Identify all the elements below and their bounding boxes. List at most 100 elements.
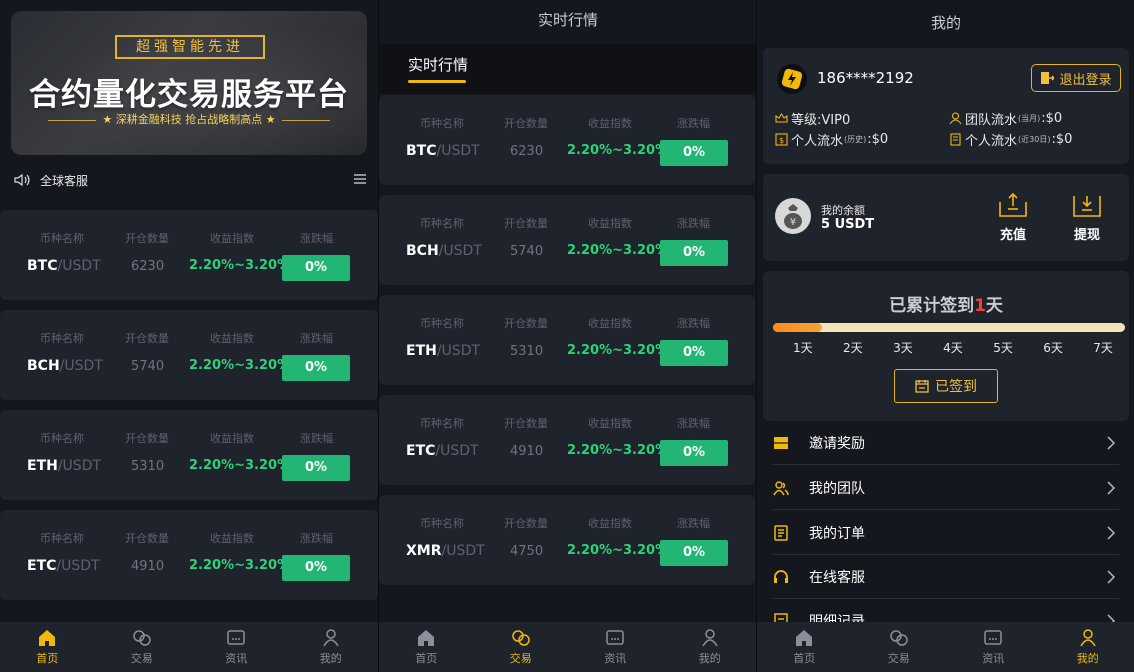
tab-news[interactable]: 资讯 (946, 622, 1041, 672)
col-header-qty: 开仓数量 (125, 532, 169, 545)
stat-tag: (历史) (844, 135, 867, 144)
notice-text: 全球客服 (40, 173, 89, 188)
open-qty: 5310 (131, 459, 165, 474)
market-row[interactable]: 币种名称 开仓数量 收益指数 涨跌幅 BTC/USDT 6230 2.20%~3.20% 0% (0, 210, 378, 300)
tab-label: 资讯 (225, 651, 248, 665)
col-header-change: 涨跌幅 (300, 532, 333, 545)
open-qty: 4750 (510, 544, 544, 559)
col-header-qty: 开仓数量 (504, 517, 548, 530)
change-badge[interactable]: 0% (660, 440, 728, 466)
col-header-rate: 收益指数 (210, 532, 254, 545)
yield-range: 2.20%~3.20% (189, 558, 291, 573)
menu-invite[interactable]: 邀请奖励 (773, 421, 1119, 465)
col-header-rate: 收益指数 (210, 432, 254, 445)
tab-news[interactable]: 资讯 (568, 622, 663, 672)
home-screen: 超强智能先进 合约量化交易服务平台 ★ 深耕金融科技 抢占战略制高点 ★ 全球客… (0, 0, 378, 672)
stat-level: 等级:VIP0 (775, 109, 850, 128)
change-badge[interactable]: 0% (282, 455, 350, 481)
menu-support[interactable]: 在线客服 (773, 555, 1119, 599)
col-header-symbol: 币种名称 (40, 332, 84, 345)
yield-range: 2.20%~3.20% (567, 243, 669, 258)
list-icon[interactable] (354, 174, 366, 184)
trade-icon (133, 629, 151, 646)
change-badge[interactable]: 0% (282, 255, 350, 281)
pair-quote: /USDT (436, 143, 480, 159)
menu-team[interactable]: 我的团队 (773, 466, 1119, 510)
col-header-change: 涨跌幅 (300, 232, 333, 245)
change-badge[interactable]: 0% (660, 240, 728, 266)
yield-range: 2.20%~3.20% (567, 143, 669, 158)
col-header-rate: 收益指数 (210, 332, 254, 345)
yield-range: 2.20%~3.20% (189, 458, 291, 473)
tab-home[interactable]: 首页 (757, 622, 852, 672)
market-row[interactable]: 币种名称 开仓数量 收益指数 涨跌幅 XMR/USDT 4750 2.20%~3.20% 0% (379, 495, 755, 585)
tab-label: 我的 (1076, 651, 1099, 665)
change-badge[interactable]: 0% (660, 540, 728, 566)
home-icon (39, 629, 56, 646)
tab-trade[interactable]: 交易 (95, 622, 190, 672)
menu-orders[interactable]: 我的订单 (773, 511, 1119, 555)
sign-in-card: 已累计签到1天 1天 2天 3天 4天 5天 6天 7天 已签到 (763, 271, 1129, 421)
tab-label: 交易 (887, 651, 910, 665)
day-label: 3天 (893, 341, 913, 355)
withdraw-label: 提现 (1073, 228, 1100, 243)
col-header-change: 涨跌幅 (677, 517, 710, 530)
tab-label: 我的 (319, 651, 342, 665)
tab-news[interactable]: 资讯 (189, 622, 284, 672)
col-header-qty: 开仓数量 (125, 232, 169, 245)
market-row[interactable]: 币种名称 开仓数量 收益指数 涨跌幅 BCH/USDT 5740 2.20%~3.20% 0% (0, 310, 378, 400)
tab-mine[interactable]: 我的 (1041, 622, 1134, 672)
pair-quote: /USDT (436, 343, 481, 359)
tab-trade[interactable]: 交易 (852, 622, 947, 672)
tab-trade[interactable]: 交易 (474, 622, 569, 672)
pair-base: XMR (406, 543, 442, 559)
change-badge[interactable]: 0% (282, 555, 350, 581)
change-badge[interactable]: 0% (282, 355, 350, 381)
pair-quote: /USDT (59, 358, 103, 374)
market-tabs: 实时行情 (379, 44, 756, 94)
pair-quote: /USDT (438, 243, 482, 259)
pair-base: BTC (27, 258, 58, 274)
tab-mine[interactable]: 我的 (663, 622, 757, 672)
tab-realtime[interactable]: 实时行情 (408, 54, 468, 75)
tab-mine[interactable]: 我的 (284, 622, 379, 672)
pair-symbol: BTC/USDT (27, 258, 101, 274)
market-row[interactable]: 币种名称 开仓数量 收益指数 涨跌幅 ETH/USDT 5310 2.20%~3.20% 0% (379, 295, 755, 385)
notice-bar[interactable]: 全球客服 (14, 170, 366, 190)
svg-text:¥: ¥ (790, 217, 796, 228)
col-header-qty: 开仓数量 (504, 317, 548, 330)
change-badge[interactable]: 0% (660, 340, 728, 366)
stat-personal-flow: $ 个人流水 (历史):$0 (775, 130, 888, 149)
stat-value: :$0 (867, 132, 889, 147)
signed-button[interactable]: 已签到 (894, 369, 998, 403)
user-info-card: 186****2192 退出登录 等级:VIP0 团队流水 (当月):$0 $ 个… (763, 48, 1129, 164)
col-header-symbol: 币种名称 (40, 432, 84, 445)
open-qty: 6230 (510, 144, 544, 159)
avatar (777, 64, 807, 94)
market-row[interactable]: 币种名称 开仓数量 收益指数 涨跌幅 ETC/USDT 4910 2.20%~3.20% 0% (379, 395, 755, 485)
page-title: 实时行情 (379, 0, 756, 44)
col-header-qty: 开仓数量 (125, 432, 169, 445)
deposit-button[interactable]: 充值 (993, 192, 1033, 243)
col-header-change: 涨跌幅 (300, 432, 333, 445)
pair-base: BCH (406, 243, 439, 259)
stat-tag: (近30日) (1018, 135, 1051, 144)
change-badge[interactable]: 0% (660, 140, 728, 166)
logout-button[interactable]: 退出登录 (1031, 64, 1121, 92)
market-row[interactable]: 币种名称 开仓数量 收益指数 涨跌幅 ETH/USDT 5310 2.20%~3.20% 0% (0, 410, 378, 500)
withdraw-button[interactable]: 提现 (1067, 192, 1107, 243)
market-row[interactable]: 币种名称 开仓数量 收益指数 涨跌幅 BTC/USDT 6230 2.20%~3.20% 0% (379, 95, 755, 185)
promo-banner[interactable]: 超强智能先进 合约量化交易服务平台 ★ 深耕金融科技 抢占战略制高点 ★ (11, 11, 367, 155)
pair-quote: /USDT (441, 543, 485, 559)
market-row[interactable]: 币种名称 开仓数量 收益指数 涨跌幅 ETC/USDT 4910 2.20%~3.20% 0% (0, 510, 378, 600)
tab-label: 我的 (698, 651, 721, 665)
stat-label: 个人流水 (791, 134, 844, 149)
chevron-right-icon (1107, 526, 1115, 540)
carousel-dots[interactable] (11, 151, 367, 155)
tab-home[interactable]: 首页 (379, 622, 474, 672)
col-header-rate: 收益指数 (588, 517, 632, 530)
col-header-change: 涨跌幅 (677, 217, 710, 230)
pair-symbol: BTC/USDT (406, 143, 480, 159)
tab-home[interactable]: 首页 (0, 622, 95, 672)
market-row[interactable]: 币种名称 开仓数量 收益指数 涨跌幅 BCH/USDT 5740 2.20%~3.20% 0% (379, 195, 755, 285)
